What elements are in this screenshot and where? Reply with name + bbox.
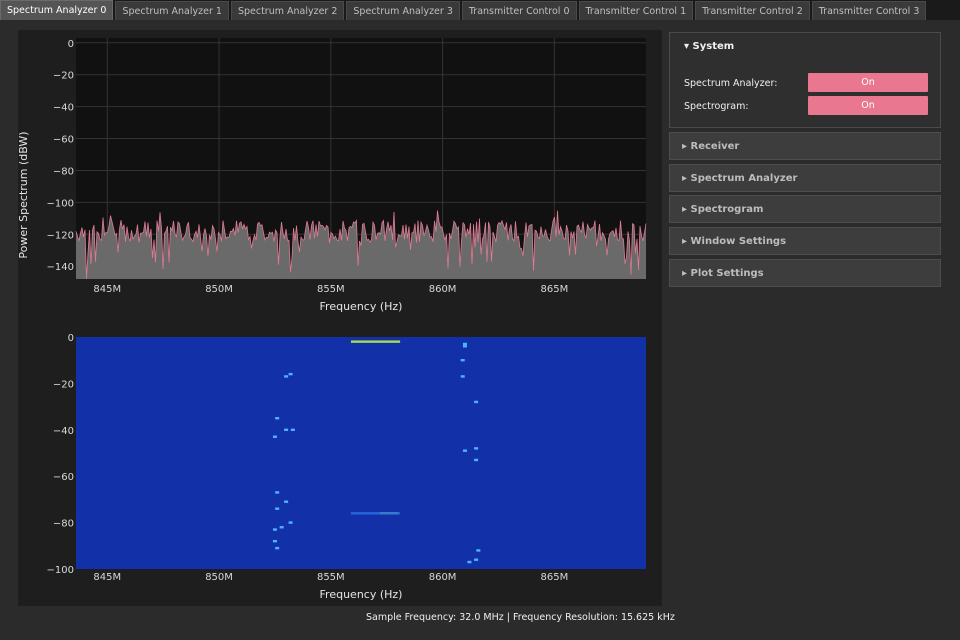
spectrogram-band <box>350 512 401 515</box>
receiver-section[interactable]: ▸ Receiver <box>669 132 941 160</box>
triangle-right-icon: ▸ <box>682 204 688 216</box>
triangle-right-icon: ▸ <box>682 267 688 279</box>
spectrum-analyzer-section-title: Spectrum Analyzer <box>690 172 798 184</box>
system-section: ▾ System Spectrum Analyzer: On Spectrogr… <box>669 32 941 128</box>
receiver-section-title: Receiver <box>690 141 740 152</box>
spectrogram-point <box>272 435 277 438</box>
tab-bar: Spectrum Analyzer 0 Spectrum Analyzer 1 … <box>0 0 960 20</box>
spectrum-y-ticks: 0 −20 −40 −60 −80 −100 −120 −140 <box>47 39 74 273</box>
x-tick-label: 845M <box>93 284 121 295</box>
spectrogram-point <box>284 375 289 378</box>
triangle-down-icon: ▾ <box>684 41 690 52</box>
x-tick-label: 865M <box>540 284 568 295</box>
x-tick-label: 850M <box>205 284 233 295</box>
x-tick-label: 855M <box>317 572 345 583</box>
x-tick-label: 850M <box>205 572 233 583</box>
status-bar: Sample Frequency: 32.0 MHz | Frequency R… <box>366 612 675 623</box>
plot-settings-section-title: Plot Settings <box>690 267 764 279</box>
spectrogram-point <box>474 458 479 462</box>
spectrogram-point <box>462 345 467 348</box>
system-section-header[interactable]: ▾ System <box>670 33 940 61</box>
spectrum-y-label: Power Spectrum (dBW) <box>18 131 30 258</box>
window-settings-section[interactable]: ▸ Window Settings <box>669 227 941 256</box>
tab-transmitter-control-0[interactable]: Transmitter Control 0 <box>461 1 577 20</box>
spectrum-analyzer-row-label: Spectrum Analyzer: <box>684 78 778 89</box>
y-tick-label: −100 <box>47 198 74 209</box>
spectrogram-point <box>288 372 293 376</box>
y-tick-label: −20 <box>53 71 74 82</box>
x-tick-label: 860M <box>429 572 457 583</box>
spectrogram-point <box>284 428 289 431</box>
y-tick-label: −80 <box>53 166 74 177</box>
spectrogram-section-title: Spectrogram <box>690 204 764 216</box>
spectrogram-point <box>288 521 293 524</box>
y-tick-label: −60 <box>53 472 74 483</box>
plot-settings-section[interactable]: ▸ Plot Settings <box>669 258 941 287</box>
spectrum-x-label: Frequency (Hz) <box>320 300 403 313</box>
spectrogram-point <box>272 539 277 543</box>
y-tick-label: −140 <box>47 262 74 273</box>
window-settings-section-title: Window Settings <box>690 236 787 248</box>
spectrogram-x-label: Frequency (Hz) <box>320 588 403 601</box>
spectrogram-x-ticks: 845M 850M 855M 860M 865M <box>93 572 568 583</box>
tab-transmitter-control-3[interactable]: Transmitter Control 3 <box>811 1 927 20</box>
spectrogram-row-label: Spectrogram: <box>684 101 749 112</box>
spectrogram-point <box>279 526 284 529</box>
spectrogram-point <box>474 558 479 561</box>
x-tick-label: 860M <box>429 284 457 295</box>
system-section-title: System <box>692 41 735 52</box>
triangle-right-icon: ▸ <box>682 172 688 184</box>
y-tick-label: −120 <box>47 230 74 241</box>
spectrogram-point <box>460 359 465 362</box>
spectrum-plot[interactable]: 0 −20 −40 −60 −80 −100 −120 −140 845M 850M 855M 86… <box>17 38 647 313</box>
tab-transmitter-control-1[interactable]: Transmitter Control 1 <box>578 1 694 20</box>
y-tick-label: −80 <box>53 519 74 530</box>
spectrogram-point <box>275 417 280 420</box>
tab-spectrum-analyzer-0[interactable]: Spectrum Analyzer 0 <box>0 0 114 20</box>
spectrogram-point <box>284 500 289 503</box>
plot-area: 0 −20 −40 −60 −80 −100 −120 −140 845M 850M 855M 86… <box>17 30 662 606</box>
tab-spectrum-analyzer-2[interactable]: Spectrum Analyzer 2 <box>230 1 345 20</box>
spectrogram-point <box>290 428 295 431</box>
y-tick-label: −60 <box>53 135 74 146</box>
spectrogram-point <box>462 342 467 346</box>
spectrogram-point <box>474 400 479 404</box>
spectrogram-point <box>275 491 280 494</box>
spectrum-x-ticks: 845M 850M 855M 860M 865M <box>93 284 568 295</box>
spectrogram-section[interactable]: ▸ Spectrogram <box>669 195 941 224</box>
spectrogram-point <box>474 447 479 450</box>
plots-svg: 0 −20 −40 −60 −80 −100 −120 −140 845M 850M 855M 86… <box>17 38 647 601</box>
spectrogram-plot[interactable]: 0 −20 −40 −60 −80 −100 845M 850M 855M 860M 865M F… <box>47 333 646 601</box>
spectrogram-point <box>275 546 280 550</box>
y-tick-label: −40 <box>53 426 74 437</box>
y-tick-label: 0 <box>68 333 74 344</box>
spectrogram-y-ticks: 0 −20 −40 −60 −80 −100 <box>47 333 74 576</box>
triangle-right-icon: ▸ <box>682 141 688 152</box>
tab-transmitter-control-2[interactable]: Transmitter Control 2 <box>695 1 810 20</box>
app-window: Spectrum Analyzer 0 Spectrum Analyzer 1 … <box>0 0 960 640</box>
spectrogram-point <box>462 449 467 452</box>
triangle-right-icon: ▸ <box>682 236 688 248</box>
spectrogram-background <box>76 337 646 569</box>
y-tick-label: −40 <box>53 103 74 114</box>
spectrogram-point <box>467 560 472 564</box>
spectrum-analyzer-toggle[interactable]: On <box>808 73 928 92</box>
spectrogram-point <box>275 507 280 510</box>
spectrum-analyzer-section[interactable]: ▸ Spectrum Analyzer <box>669 163 941 192</box>
spectrogram-point <box>460 375 465 378</box>
x-tick-label: 845M <box>93 572 121 583</box>
spectrogram-toggle[interactable]: On <box>808 96 928 115</box>
tab-spectrum-analyzer-3[interactable]: Spectrum Analyzer 3 <box>346 1 460 20</box>
y-tick-label: −100 <box>47 565 74 576</box>
tab-spectrum-analyzer-1[interactable]: Spectrum Analyzer 1 <box>115 1 229 20</box>
spectrogram-point <box>476 549 481 552</box>
x-tick-label: 855M <box>317 284 345 295</box>
spectrogram-point <box>272 528 277 531</box>
x-tick-label: 865M <box>540 572 568 583</box>
settings-panel: ▾ System Spectrum Analyzer: On Spectrogr… <box>669 32 941 290</box>
y-tick-label: −20 <box>53 379 74 390</box>
y-tick-label: 0 <box>68 39 74 50</box>
spectrogram-band <box>350 340 401 343</box>
